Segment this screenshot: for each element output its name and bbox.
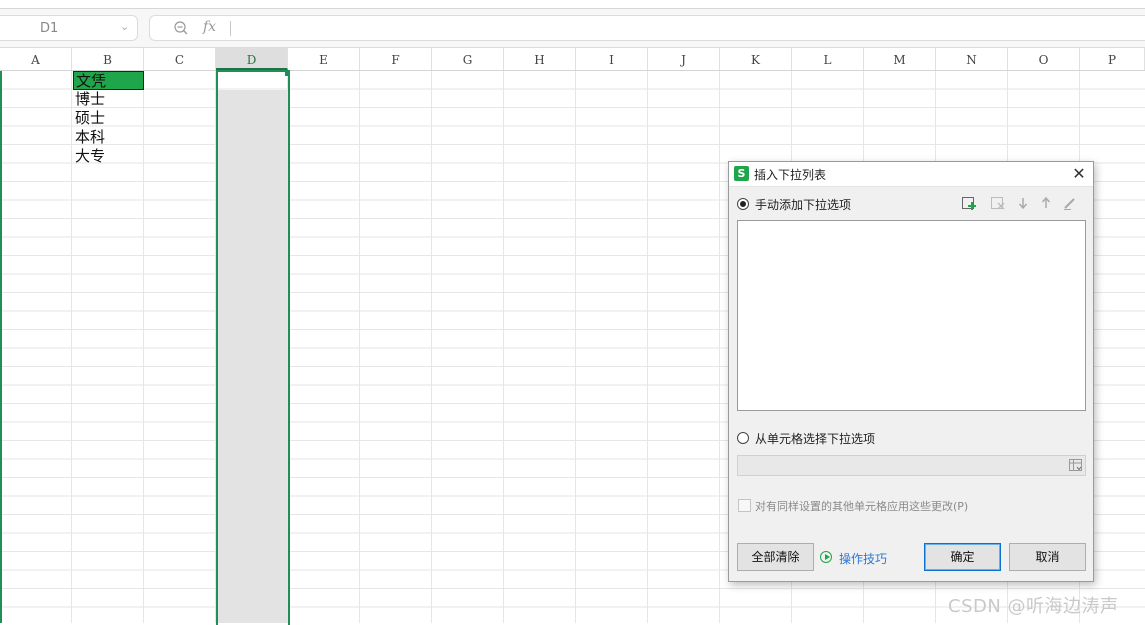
apply-all-label: 对有同样设置的其他单元格应用这些更改(P) — [755, 500, 969, 513]
cell-range-input[interactable] — [737, 455, 1086, 476]
column-header-e[interactable]: E — [288, 48, 360, 70]
formula-bar: D1 ⌄ fx — [0, 9, 1145, 48]
cell-b2[interactable]: 博士 — [73, 90, 144, 109]
column-header-b[interactable]: B — [72, 48, 144, 70]
formula-input[interactable]: fx — [149, 15, 1145, 41]
column-a-selection-edge — [0, 71, 2, 623]
name-box-value: D1 — [40, 21, 59, 36]
column-header-o[interactable]: O — [1008, 48, 1080, 70]
add-item-icon[interactable] — [961, 195, 977, 211]
cell-option-label[interactable]: 从单元格选择下拉选项 — [755, 430, 875, 447]
cancel-button[interactable]: 取消 — [1009, 543, 1086, 571]
column-header-i[interactable]: I — [576, 48, 648, 70]
apply-all-checkbox[interactable] — [738, 499, 751, 512]
top-strip — [0, 0, 1145, 9]
move-up-icon[interactable] — [1038, 195, 1054, 211]
name-box[interactable]: D1 ⌄ — [0, 15, 138, 41]
play-icon[interactable] — [820, 551, 832, 563]
range-select-icon[interactable] — [1069, 459, 1083, 472]
column-header-l[interactable]: L — [792, 48, 864, 70]
column-header-f[interactable]: F — [360, 48, 432, 70]
manual-option-label[interactable]: 手动添加下拉选项 — [755, 196, 851, 213]
cell-b5[interactable]: 大专 — [73, 147, 144, 166]
dropdown-items-list[interactable] — [737, 220, 1086, 411]
tips-link[interactable]: 操作技巧 — [839, 550, 887, 567]
edit-icon[interactable] — [1062, 195, 1078, 211]
move-down-icon[interactable] — [1015, 195, 1031, 211]
dialog-title: 插入下拉列表 — [754, 168, 827, 182]
cell-b1[interactable]: 文凭 — [73, 71, 144, 90]
column-header-j[interactable]: J — [648, 48, 720, 70]
column-header-n[interactable]: N — [936, 48, 1008, 70]
dialog-titlebar[interactable]: S 插入下拉列表 ✕ — [729, 162, 1093, 187]
fill-handle[interactable] — [285, 71, 290, 76]
column-header-g[interactable]: G — [432, 48, 504, 70]
zoom-icon[interactable] — [173, 20, 189, 36]
ok-button[interactable]: 确定 — [924, 543, 1001, 571]
cell-b3[interactable]: 硕士 — [73, 109, 144, 128]
app-icon: S — [734, 166, 749, 181]
column-header-k[interactable]: K — [720, 48, 792, 70]
column-d-selection-border — [216, 70, 290, 625]
cell-b4[interactable]: 本科 — [73, 128, 144, 147]
column-header-h[interactable]: H — [504, 48, 576, 70]
column-header-p[interactable]: P — [1080, 48, 1145, 70]
clear-all-button[interactable]: 全部清除 — [737, 543, 814, 571]
column-header-d[interactable]: D — [216, 48, 288, 70]
watermark: CSDN @听海边涛声 — [948, 596, 1119, 617]
cell-option-radio[interactable] — [737, 432, 749, 444]
insert-dropdown-dialog: S 插入下拉列表 ✕ 手动添加下拉选项 从单元格选择下拉选项 对有同样设置的其他… — [728, 161, 1094, 582]
column-header-a[interactable]: A — [0, 48, 72, 70]
delete-item-icon[interactable] — [990, 195, 1006, 211]
formula-separator — [230, 21, 231, 36]
chevron-down-icon[interactable]: ⌄ — [120, 20, 129, 33]
fx-icon[interactable]: fx — [203, 19, 216, 35]
manual-option-radio[interactable] — [737, 198, 749, 210]
column-header-row: A B C D E F G H I J K L M N O P — [0, 48, 1145, 71]
column-header-c[interactable]: C — [144, 48, 216, 70]
close-button[interactable]: ✕ — [1069, 164, 1089, 184]
column-header-m[interactable]: M — [864, 48, 936, 70]
